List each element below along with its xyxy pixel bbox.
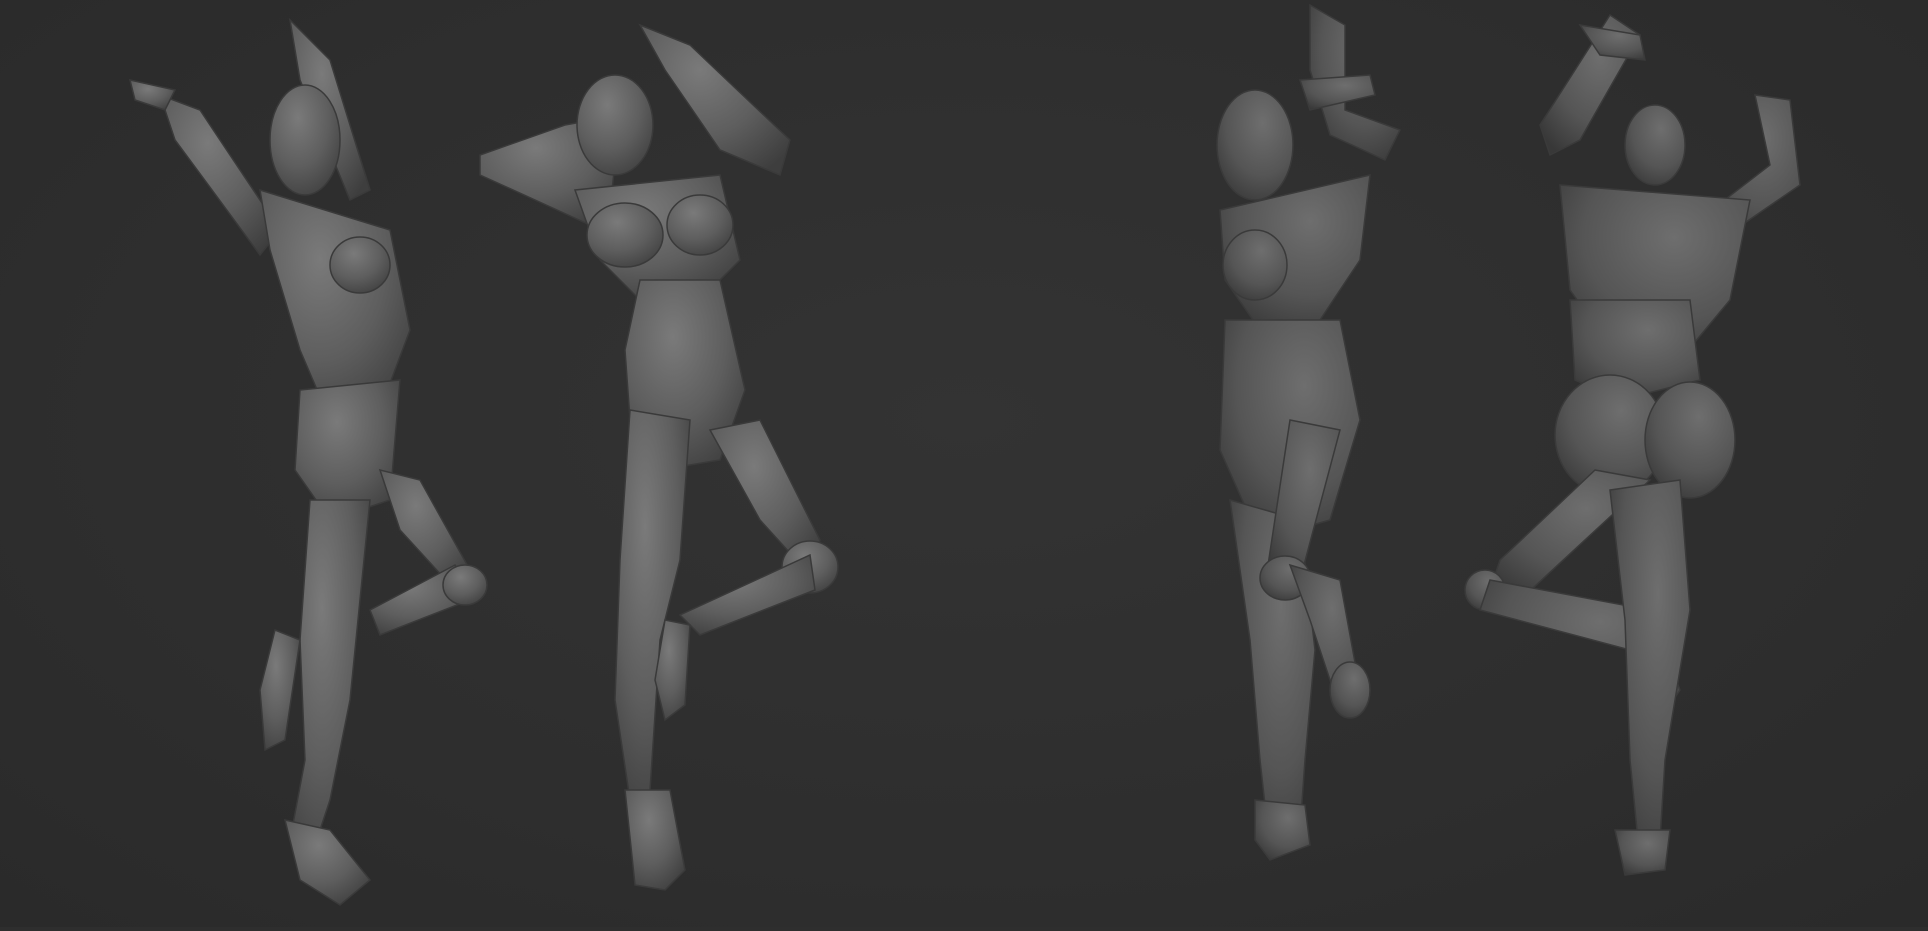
figure-front <box>479 23 839 891</box>
sculpt-render <box>128 3 1801 906</box>
figure-back <box>1464 13 1801 876</box>
figure-three-quarter-right <box>1216 3 1402 861</box>
figure-three-quarter-left <box>128 17 488 906</box>
viewport-canvas[interactable] <box>0 0 1928 927</box>
